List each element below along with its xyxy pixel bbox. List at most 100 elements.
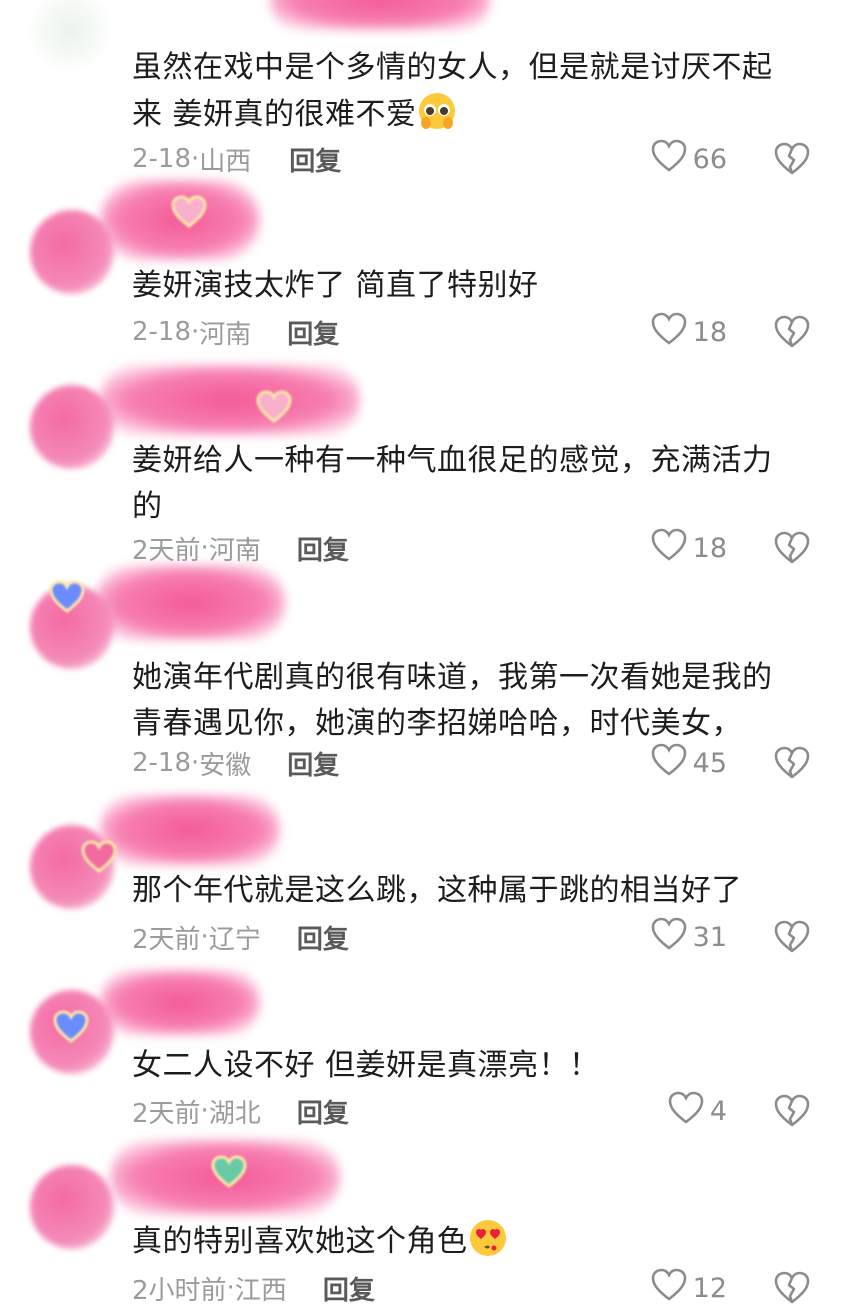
like-count: 4 xyxy=(709,1095,727,1127)
avatar[interactable] xyxy=(30,0,110,70)
broken-heart-icon xyxy=(774,920,810,958)
heart-outline-icon xyxy=(651,1268,693,1309)
like-button[interactable]: 4 xyxy=(668,1091,727,1131)
comment-location: 河南 xyxy=(199,319,252,350)
comment-date: 2-18 xyxy=(132,144,192,174)
comment-text-content: 姜妍演技太炸了 简直了特别好 xyxy=(132,268,539,303)
comment-text-content: 那个年代就是这么跳，这种属于跳的相当好了 xyxy=(132,873,742,908)
comment-item: 真的特别喜欢她这个角色 2小时前 · 江西 回复 12 xyxy=(0,1140,847,1311)
comment-text-content: 姜妍给人一种有一种气血很足的感觉，充满活力的 xyxy=(132,443,773,524)
comment-location: 湖北 xyxy=(208,1098,261,1129)
comment-text: 虽然在戏中是个多情的女人，但是就是讨厌不起来 姜妍真的很难不爱 xyxy=(132,45,802,138)
comment-meta: 2天前 · 辽宁 回复 xyxy=(132,917,349,957)
comment-item: 姜妍演技太炸了 简直了特别好 2-18 · 河南 回复 18 xyxy=(0,180,847,360)
like-button[interactable]: 66 xyxy=(651,139,727,179)
heart-decoration-icon xyxy=(170,195,208,229)
like-count: 31 xyxy=(692,921,727,953)
reply-button[interactable]: 回复 xyxy=(297,1093,349,1130)
comment-meta: 2-18 · 河南 回复 xyxy=(132,312,339,352)
comment-text: 真的特别喜欢她这个角色 xyxy=(132,1218,802,1265)
heart-outline-icon xyxy=(651,743,693,784)
broken-heart-icon xyxy=(774,315,810,353)
like-count: 18 xyxy=(692,532,727,564)
heart-outline-icon xyxy=(651,312,693,353)
comment-item: 虽然在戏中是个多情的女人，但是就是讨厌不起来 姜妍真的很难不爱 2-18 · 山西 … xyxy=(0,0,847,195)
broken-heart-icon xyxy=(774,531,810,569)
heart-decoration-icon xyxy=(52,1010,90,1044)
comment-text: 她演年代剧真的很有味道，我第一次看她是我的青春遇见你，她演的李招娣哈哈，时代美女… xyxy=(132,655,802,747)
like-count: 45 xyxy=(692,747,727,779)
comment-text: 那个年代就是这么跳，这种属于跳的相当好了 xyxy=(132,868,802,914)
avatar[interactable] xyxy=(30,210,114,294)
like-button[interactable]: 12 xyxy=(651,1268,727,1308)
comment-date: 2-18 xyxy=(132,317,192,347)
comment-location: 河南 xyxy=(208,535,261,566)
heart-decoration-icon xyxy=(48,580,86,614)
dislike-button[interactable] xyxy=(774,1094,810,1128)
comment-date: 2-18 xyxy=(132,748,192,778)
heart-outline-icon xyxy=(651,917,693,958)
name-blur-overlay xyxy=(270,0,490,30)
comment-location: 山西 xyxy=(199,146,252,177)
heart-outline-icon xyxy=(651,528,693,569)
dislike-button[interactable] xyxy=(774,1271,810,1305)
broken-heart-icon xyxy=(774,142,810,180)
comment-text: 女二人设不好 但姜妍是真漂亮！！ xyxy=(132,1043,802,1089)
like-count: 66 xyxy=(692,143,727,175)
reply-button[interactable]: 回复 xyxy=(287,314,339,351)
like-button[interactable]: 18 xyxy=(651,528,727,568)
comment-text-content: 她演年代剧真的很有味道，我第一次看她是我的青春遇见你，她演的李招娣哈哈，时代美女… xyxy=(132,660,773,741)
avatar[interactable] xyxy=(30,1165,114,1249)
comment-date: 2天前 xyxy=(132,924,201,955)
comment-text: 姜妍演技太炸了 简直了特别好 xyxy=(132,263,802,309)
heart-outline-icon xyxy=(651,139,693,180)
dislike-button[interactable] xyxy=(774,531,810,565)
avatar[interactable] xyxy=(30,385,114,469)
dislike-button[interactable] xyxy=(774,920,810,954)
reply-button[interactable]: 回复 xyxy=(323,1270,375,1307)
heart-decoration-icon xyxy=(80,840,118,874)
broken-heart-icon xyxy=(774,746,810,784)
comment-date: 2天前 xyxy=(132,1098,201,1129)
comment-meta: 2天前 · 湖北 回复 xyxy=(132,1091,349,1131)
like-button[interactable]: 45 xyxy=(651,743,727,783)
heart-decoration-icon xyxy=(255,390,293,424)
comment-location: 辽宁 xyxy=(208,924,261,955)
like-button[interactable]: 18 xyxy=(651,312,727,352)
reply-button[interactable]: 回复 xyxy=(297,919,349,956)
like-count: 18 xyxy=(692,316,727,348)
comment-meta: 2-18 · 安徽 回复 xyxy=(132,743,339,783)
comment-location: 安徽 xyxy=(199,750,252,781)
name-blur-overlay xyxy=(100,970,260,1035)
broken-heart-icon xyxy=(774,1094,810,1132)
comment-date: 2小时前 xyxy=(132,1275,227,1306)
reply-button[interactable]: 回复 xyxy=(289,141,341,178)
comment-meta: 2小时前 · 江西 回复 xyxy=(132,1268,375,1308)
heart-outline-icon xyxy=(668,1091,710,1132)
name-blur-overlay xyxy=(100,795,280,865)
comment-date: 2天前 xyxy=(132,535,201,566)
name-blur-overlay xyxy=(100,365,360,435)
comment-meta: 2天前 · 河南 回复 xyxy=(132,528,349,568)
dislike-button[interactable] xyxy=(774,142,810,176)
like-button[interactable]: 31 xyxy=(651,917,727,957)
reply-button[interactable]: 回复 xyxy=(287,745,339,782)
comment-meta: 2-18 · 山西 回复 xyxy=(132,139,341,179)
heart-decoration-icon xyxy=(210,1155,248,1189)
broken-heart-icon xyxy=(774,1271,810,1309)
name-blur-overlay xyxy=(95,565,285,640)
comment-item: 她演年代剧真的很有味道，我第一次看她是我的青春遇见你，她演的李招娣哈哈，时代美女… xyxy=(0,565,847,790)
dislike-button[interactable] xyxy=(774,746,810,780)
comment-item: 女二人设不好 但姜妍是真漂亮！！ 2天前 · 湖北 回复 4 xyxy=(0,965,847,1140)
comment-item: 那个年代就是这么跳，这种属于跳的相当好了 2天前 · 辽宁 回复 31 xyxy=(0,790,847,965)
comment-text-content: 女二人设不好 但姜妍是真漂亮！！ xyxy=(132,1048,600,1083)
like-count: 12 xyxy=(692,1272,727,1304)
comment-item: 姜妍给人一种有一种气血很足的感觉，充满活力的 2天前 · 河南 回复 18 xyxy=(0,360,847,575)
pleading-face-emoji xyxy=(417,91,457,131)
comment-text-content: 真的特别喜欢她这个角色 xyxy=(132,1224,468,1259)
reply-button[interactable]: 回复 xyxy=(297,530,349,567)
comment-location: 江西 xyxy=(234,1275,287,1306)
comment-text: 姜妍给人一种有一种气血很足的感觉，充满活力的 xyxy=(132,438,802,530)
dislike-button[interactable] xyxy=(774,315,810,349)
heart-eyes-emoji xyxy=(468,1218,508,1258)
